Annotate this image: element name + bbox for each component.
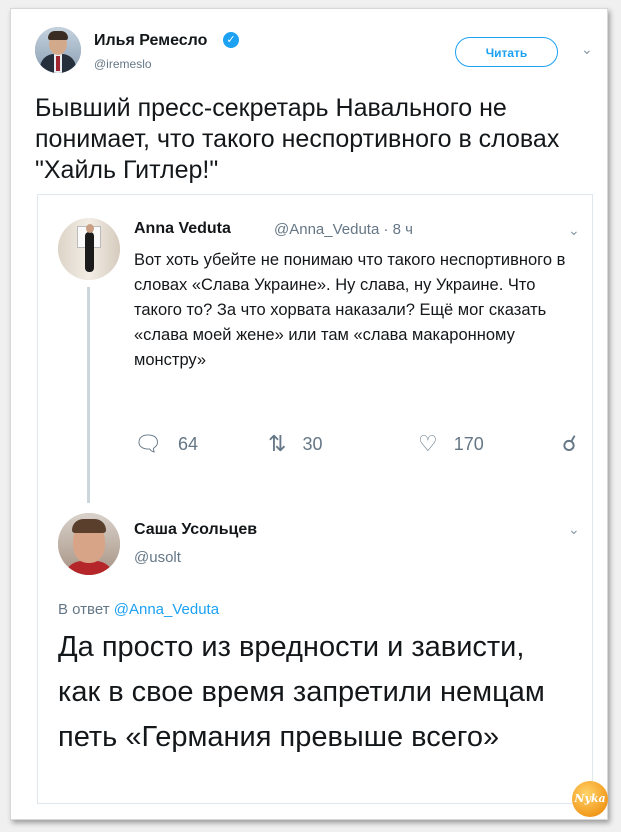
reply-to-link[interactable]: @Anna_Veduta [114,601,219,618]
tweet-text: Бывший пресс-секретарь Навального не пон… [35,94,560,184]
reply-author-name[interactable]: Саша Усольцев [134,521,257,539]
retweet-button[interactable]: ⇅ 30 [268,433,322,455]
thread-connector [87,287,90,503]
retweet-icon: ⇅ [268,431,287,456]
follow-button[interactable]: Читать [455,37,558,67]
reply-author-handle[interactable]: @usolt [134,549,181,566]
reply-to-line: В ответ @Anna_Veduta [58,601,219,618]
chevron-down-icon[interactable]: ⌄ [581,41,593,58]
reply-icon: 🗨 [134,431,162,456]
screenshot-frame: Илья Ремесло ✓ @iremeslo Читать ⌄ Бывший… [10,8,608,820]
share-button[interactable]: ☌ [562,433,593,455]
author-avatar[interactable] [35,27,81,73]
quoted-author-meta: @Anna_Veduta · 8 ч [274,221,413,238]
like-button[interactable]: ♡ 170 [418,433,484,455]
retweet-count: 30 [302,433,323,454]
verified-badge-icon: ✓ [223,32,239,48]
reply-count: 64 [177,433,198,454]
author-name[interactable]: Илья Ремесло [94,32,207,50]
reply-button[interactable]: 🗨 64 [134,433,198,455]
author-handle[interactable]: @iremeslo [94,57,152,71]
chevron-down-icon[interactable]: ⌄ [568,222,580,239]
quoted-thread[interactable]: Anna Veduta @Anna_Veduta · 8 ч ⌄ Вот хот… [37,194,593,804]
reply-tweet-text: Да просто из вредности и зависти, как в … [58,631,545,753]
reply-to-prefix: В ответ [58,601,110,618]
heart-icon: ♡ [418,431,438,456]
share-icon: ☌ [562,431,577,456]
watermark-logo: Nyka [572,781,608,817]
quoted-tweet-text: Вот хоть убейте не понимаю что такого не… [134,251,566,369]
like-count: 170 [453,433,484,454]
chevron-down-icon[interactable]: ⌄ [568,521,580,538]
quoted-author-avatar[interactable] [58,218,120,280]
quoted-author-name[interactable]: Anna Veduta [134,220,231,238]
tweet-actions: 🗨 64 ⇅ 30 ♡ 170 ☌ [134,433,586,463]
reply-author-avatar[interactable] [58,513,120,575]
